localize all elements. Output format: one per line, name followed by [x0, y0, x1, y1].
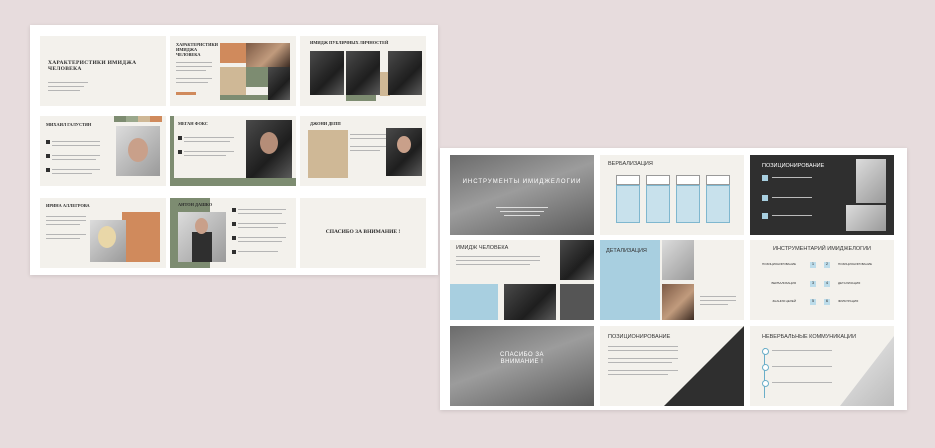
slide-characteristics-heading: ХАРАКТЕРИСТИКИ ИМИДЖА ЧЕЛОВЕКА: [176, 42, 218, 57]
slide-toolkit[interactable]: ИНСТРУМЕНТАРИЙ ИМИДЖЕЛОГИИ ПОЗИЦИОНИРОВА…: [750, 240, 894, 320]
image-title: ИМИДЖ ЧЕЛОВЕКА: [456, 245, 509, 251]
photo: [388, 51, 422, 95]
toolkit-left-1: ПОЗИЦИОНИРОВАНИЕ: [762, 262, 796, 266]
page: { "sheet_a": { "title_slide": {"title": …: [0, 0, 935, 448]
slide-thanks-b[interactable]: СПАСИБО ЗА ВНИМАНИЕ !: [450, 326, 594, 406]
toolkit-right-2: ДЕТАЛИЗАЦИЯ: [838, 281, 861, 285]
toolkit-right-1: ПОЗИЦИОНИРОВАНИЕ: [838, 262, 872, 266]
tools-title: ИНСТРУМЕНТЫ ИМИДЖЕЛОГИИ: [462, 179, 582, 185]
position-title: ПОЗИЦИОНИРОВАНИЕ: [762, 163, 825, 169]
presentation-sheet-b: ИНСТРУМЕНТЫ ИМИДЖЕЛОГИИ ВЕРБАЛИЗАЦИЯ ПОЗ…: [440, 148, 907, 410]
text-line: [48, 90, 80, 91]
galustyan-name: МИХАИЛ ГАЛУСТЯН: [46, 122, 92, 127]
slide-characteristics[interactable]: ХАРАКТЕРИСТИКИ ИМИДЖА ЧЕЛОВЕКА: [170, 36, 296, 106]
photo-collage: [664, 326, 744, 406]
fox-name: МЕГАН ФОКС: [178, 121, 208, 126]
slide-position[interactable]: ПОЗИЦИОНИРОВАНИЕ: [750, 155, 894, 235]
photo: [90, 220, 126, 262]
thanks-b-text: СПАСИБО ЗА ВНИМАНИЕ !: [500, 352, 544, 366]
photo: [560, 240, 594, 280]
detail-title: ДЕТАЛИЗАЦИЯ: [606, 248, 647, 254]
slide-allegrova[interactable]: ИРИНА АЛЛЕГРОВА: [40, 198, 166, 268]
photo: [504, 284, 556, 320]
orange-block: [122, 212, 160, 262]
slide-dashko[interactable]: АНТОН ДАШКО: [170, 198, 296, 268]
thanks-text: СПАСИБО ЗА ВНИМАНИЕ !: [325, 229, 401, 235]
slide-nonverbal[interactable]: НЕВЕРБАЛЬНЫЕ КОММУНИКАЦИИ: [750, 326, 894, 406]
slide-title[interactable]: ХАРАКТЕРИСТИКИ ИМИДЖА ЧЕЛОВЕКА: [40, 36, 166, 106]
photo: [856, 159, 886, 203]
slide-thanks-a[interactable]: СПАСИБО ЗА ВНИМАНИЕ !: [300, 198, 426, 268]
sage-block: [246, 67, 268, 87]
slide-verbal[interactable]: ВЕРБАЛИЗАЦИЯ: [600, 155, 744, 235]
tan-block: [308, 130, 348, 178]
slide-title-heading: ХАРАКТЕРИСТИКИ ИМИДЖА ЧЕЛОВЕКА: [48, 60, 137, 73]
position2-title: ПОЗИЦИОНИРОВАНИЕ: [608, 334, 671, 340]
toolkit-left-3: ЗНАНИЯ ЦЕЛЕЙ: [772, 299, 796, 303]
tan-block: [220, 67, 246, 95]
toolkit-num-6: 6: [825, 298, 829, 303]
toolkit-num-5: 5: [811, 298, 815, 303]
slide-public-heading: ИМИДЖ ПУБЛИЧНЫХ ЛИЧНОСТЕЙ: [310, 40, 389, 45]
slide-image[interactable]: ИМИДЖ ЧЕЛОВЕКА: [450, 240, 594, 320]
slide-detail[interactable]: ДЕТАЛИЗАЦИЯ: [600, 240, 744, 320]
photo: [178, 212, 226, 262]
photo: [662, 240, 694, 280]
toolkit-title: ИНСТРУМЕНТАРИЙ ИМИДЖЕЛОГИИ: [772, 246, 872, 252]
photo: [386, 128, 422, 176]
verbal-title: ВЕРБАЛИЗАЦИЯ: [608, 161, 653, 167]
presentation-sheet-a: ХАРАКТЕРИСТИКИ ИМИДЖА ЧЕЛОВЕКА ХАРАКТЕРИ…: [30, 25, 438, 275]
slide-fox[interactable]: МЕГАН ФОКС: [170, 116, 296, 186]
toolkit-num-1: 1: [811, 261, 815, 266]
toolkit-num-3: 3: [811, 280, 815, 285]
toolkit-right-3: ФИЛЬТРАЦИЯ: [838, 299, 859, 303]
slide-tools[interactable]: ИНСТРУМЕНТЫ ИМИДЖЕЛОГИИ: [450, 155, 594, 235]
dashko-name: АНТОН ДАШКО: [178, 202, 213, 207]
photo: [246, 43, 290, 67]
slide-position2[interactable]: ПОЗИЦИОНИРОВАНИЕ: [600, 326, 744, 406]
photo: [346, 51, 380, 95]
photo: [246, 120, 292, 178]
slide-public[interactable]: ИМИДЖ ПУБЛИЧНЫХ ЛИЧНОСТЕЙ: [300, 36, 426, 106]
photo: [662, 284, 694, 320]
text-line: [48, 82, 88, 83]
photo: [846, 205, 886, 231]
text-line: [48, 86, 84, 87]
nonverbal-title: НЕВЕРБАЛЬНЫЕ КОММУНИКАЦИИ: [762, 334, 857, 340]
photo: [840, 336, 894, 406]
slide-depp[interactable]: ДЖОНИ ДЕПП: [300, 116, 426, 186]
toolkit-num-2: 2: [825, 261, 829, 266]
depp-name: ДЖОНИ ДЕПП: [310, 121, 341, 126]
toolkit-num-4: 4: [825, 280, 829, 285]
slide-galustyan[interactable]: МИХАИЛ ГАЛУСТЯН: [40, 116, 166, 186]
allegrova-name: ИРИНА АЛЛЕГРОВА: [46, 203, 90, 208]
orange-block: [220, 43, 246, 63]
photo: [310, 51, 344, 95]
blue-block: [450, 284, 498, 320]
photo: [268, 67, 290, 100]
toolkit-left-2: ВЕРБАЛИЗАЦИЯ: [771, 281, 796, 285]
photo: [116, 126, 160, 176]
